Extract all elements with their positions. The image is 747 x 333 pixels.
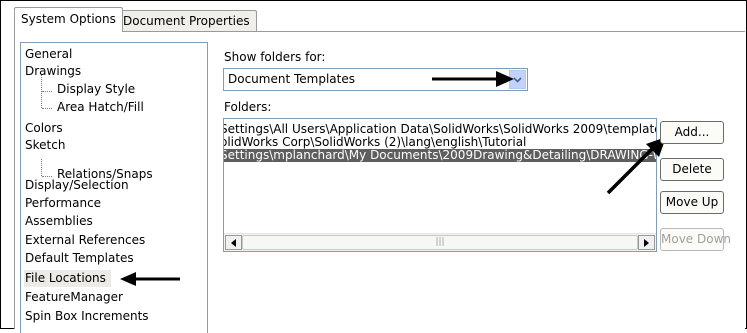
delete-button[interactable]: Delete <box>660 158 724 181</box>
folder-row[interactable]: Settings\All Users\Application Data\Soli… <box>224 123 656 136</box>
tree-connector <box>42 91 52 92</box>
move-up-button[interactable]: Move Up <box>660 191 724 214</box>
folders-list[interactable]: Settings\All Users\Application Data\Soli… <box>223 118 657 252</box>
scroll-left-icon[interactable] <box>225 235 242 250</box>
tree-item-assemblies[interactable]: Assemblies <box>25 213 93 230</box>
tab-system-options[interactable]: System Options <box>14 7 123 32</box>
show-folders-label: Show folders for: <box>224 50 326 64</box>
tree-item-featuremanager[interactable]: FeatureManager <box>25 289 123 306</box>
annotation-arrow-icon <box>606 137 666 195</box>
tree-item-default-templates[interactable]: Default Templates <box>25 250 134 267</box>
annotation-arrow-icon <box>432 71 514 87</box>
tree-item-area-hatch-fill[interactable]: Area Hatch/Fill <box>57 99 144 116</box>
tree-connector <box>42 108 52 109</box>
tree-item-performance[interactable]: Performance <box>25 195 101 212</box>
move-down-button[interactable]: Move Down <box>660 228 731 251</box>
folder-row-selected[interactable]: Settings\mplanchard\My Documents\2009Dra… <box>224 149 656 162</box>
tree-connector <box>41 159 42 176</box>
tree-item-file-locations[interactable]: File Locations <box>24 270 111 287</box>
annotation-arrow-icon <box>120 272 180 286</box>
tab-strip: System Options Document Properties <box>14 7 744 32</box>
options-tree: General Drawings Display Style Area Hatc… <box>20 42 208 333</box>
folder-row[interactable]: olidWorks Corp\SolidWorks (2)\lang\engli… <box>224 136 656 149</box>
scroll-right-icon[interactable] <box>638 235 655 250</box>
tree-item-colors[interactable]: Colors <box>25 120 63 137</box>
folders-label: Folders: <box>224 100 272 114</box>
tree-item-display-style[interactable]: Display Style <box>57 81 135 98</box>
scroll-thumb[interactable]: ||| <box>242 235 638 250</box>
tree-item-sketch[interactable]: Sketch <box>25 137 65 154</box>
tab-document-properties[interactable]: Document Properties <box>116 10 257 31</box>
tree-item-spin-box-increments[interactable]: Spin Box Increments <box>25 308 149 325</box>
tree-item-general[interactable]: General <box>25 46 72 63</box>
tree-item-display-selection[interactable]: Display/Selection <box>25 177 129 194</box>
tree-item-drawings[interactable]: Drawings <box>25 63 81 80</box>
show-folders-value: Document Templates <box>228 72 355 86</box>
horizontal-scrollbar[interactable]: ||| <box>224 233 656 251</box>
add-button[interactable]: Add... <box>660 121 724 144</box>
tree-item-external-references[interactable]: External References <box>25 232 145 249</box>
